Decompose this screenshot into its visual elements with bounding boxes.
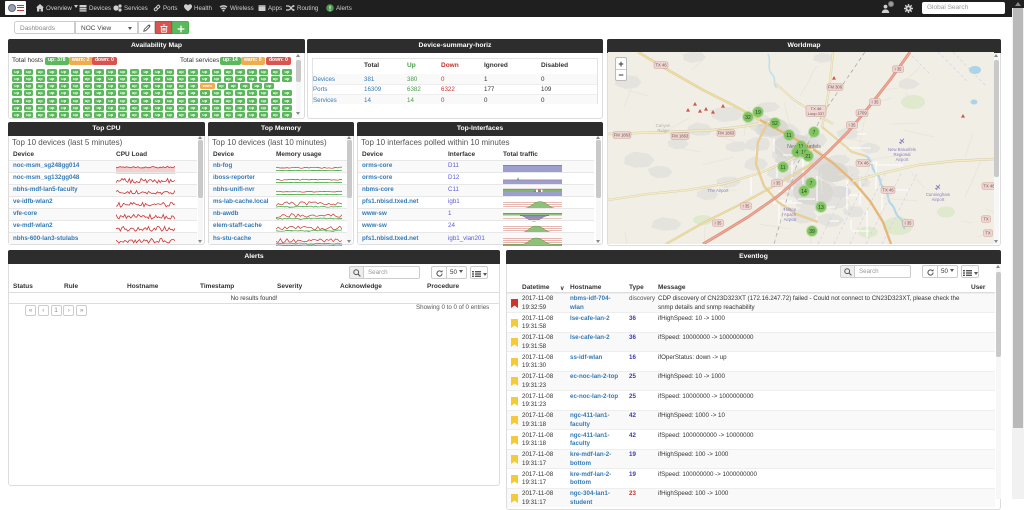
svg-text:FM 306: FM 306	[828, 85, 843, 90]
svg-text:21: 21	[805, 154, 811, 160]
svg-text:1709: 1709	[857, 111, 867, 116]
svg-text:11: 11	[786, 133, 791, 139]
svg-text:11: 11	[780, 165, 785, 171]
svg-text:TX: TX	[985, 231, 991, 236]
svg-text:I 35: I 35	[715, 221, 723, 226]
svg-text:Airport: Airport	[784, 217, 797, 222]
svg-text:TX 46: TX 46	[655, 63, 667, 68]
svg-text:39: 39	[809, 229, 815, 235]
svg-text:FM 1863: FM 1863	[614, 133, 631, 138]
svg-text:TX 46: TX 46	[857, 161, 869, 166]
svg-text:Loop 337: Loop 337	[808, 111, 825, 116]
svg-text:FM 1863: FM 1863	[672, 134, 689, 139]
svg-text:7: 7	[813, 130, 816, 136]
svg-text:The Airport: The Airport	[707, 188, 729, 193]
svg-text:I 35: I 35	[743, 204, 751, 209]
svg-text:I 35: I 35	[905, 221, 913, 226]
svg-text:TX 46: TX 46	[983, 184, 994, 189]
svg-text:I 35: I 35	[895, 67, 903, 72]
svg-text:TX: TX	[983, 217, 989, 222]
svg-text:I 35: I 35	[774, 181, 782, 186]
svg-text:I 35: I 35	[849, 123, 857, 128]
svg-text:Ridge: Ridge	[657, 128, 669, 133]
svg-text:13: 13	[818, 205, 824, 211]
svg-text:52: 52	[772, 121, 778, 127]
svg-text:Airport: Airport	[932, 197, 945, 202]
svg-text:32: 32	[745, 115, 751, 121]
svg-text:19: 19	[755, 110, 761, 116]
svg-text:FM 1863: FM 1863	[718, 131, 735, 136]
svg-text:TX 46: TX 46	[882, 188, 894, 193]
svg-text:7: 7	[810, 181, 813, 187]
svg-text:Airport: Airport	[896, 157, 909, 162]
svg-text:14: 14	[801, 189, 807, 195]
svg-text:I 35: I 35	[872, 100, 880, 105]
